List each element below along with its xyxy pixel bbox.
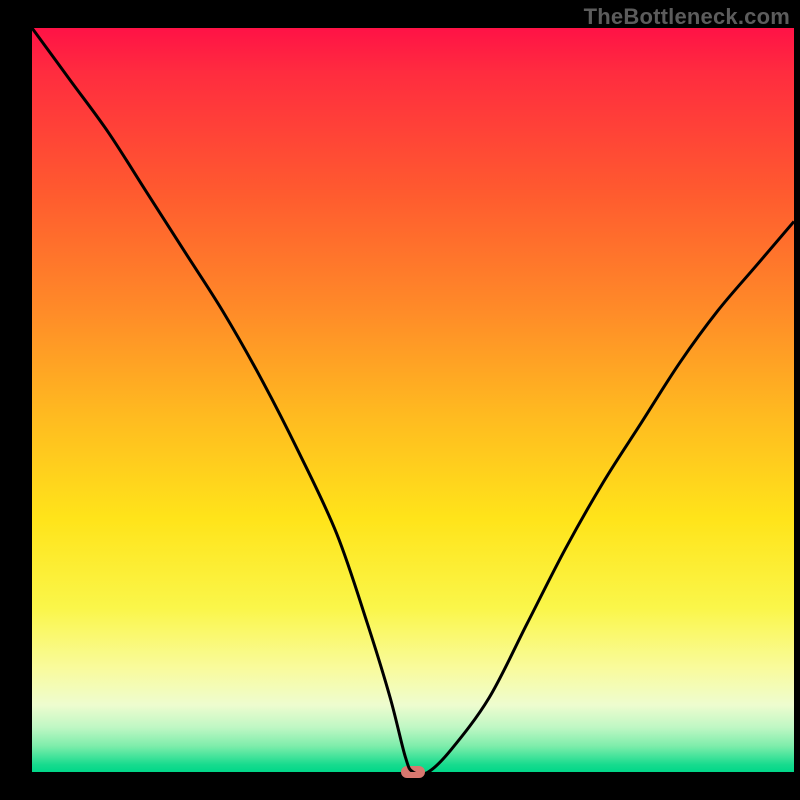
plot-area xyxy=(32,28,794,772)
bottleneck-curve xyxy=(32,28,794,772)
watermark-text: TheBottleneck.com xyxy=(584,4,790,30)
chart-frame: TheBottleneck.com xyxy=(0,0,800,800)
